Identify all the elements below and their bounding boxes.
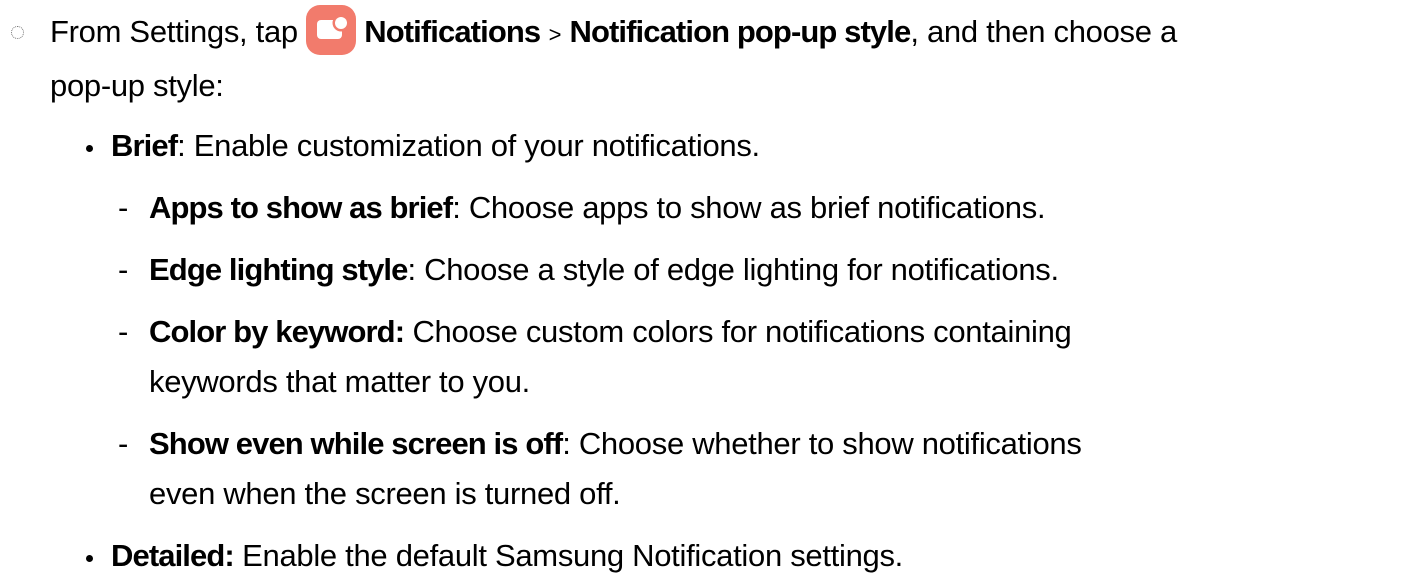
suboption-desc: : Choose whether to show notifications (562, 426, 1082, 461)
suboption-desc-continued: keywords that matter to you. (149, 364, 530, 399)
bullet-icon (86, 145, 93, 152)
step-continuation: pop-up style: (50, 68, 224, 103)
option-brief: Brief: Enable customization of your noti… (111, 126, 760, 166)
option-label: Detailed: (111, 538, 235, 573)
step-prefix: From Settings, tap (50, 14, 298, 49)
suboption-desc: Choose custom colors for notifications c… (404, 314, 1072, 349)
notification-dot-glyph (335, 17, 348, 30)
step-line-1: From Settings, tap Notifications > Notif… (50, 5, 1177, 56)
dash-marker: - (118, 252, 129, 287)
suboption-show-even-while-screen-is-off: Show even while screen is off: Choose wh… (149, 424, 1082, 464)
suboption-show-even-while-screen-is-off-continued: even when the screen is turned off. (149, 474, 621, 514)
suboption-desc: : Choose apps to show as brief notificat… (452, 190, 1046, 225)
suboption-color-by-keyword-continued: keywords that matter to you. (149, 362, 530, 402)
dash-marker: - (118, 314, 129, 349)
instruction-document: From Settings, tap Notifications > Notif… (0, 0, 1418, 573)
option-desc: Enable the default Samsung Notification … (233, 538, 903, 573)
suboption-label: Apps to show as brief (149, 190, 453, 225)
step-suffix: , and then choose a (910, 14, 1177, 49)
option-desc: : Enable customization of your notificat… (177, 128, 760, 163)
suboption-label: Show even while screen is off (149, 426, 563, 461)
suboption-desc-continued: even when the screen is turned off. (149, 476, 621, 511)
step-marker-icon (11, 26, 24, 39)
suboption-apps-to-show-as-brief: Apps to show as brief: Choose apps to sh… (149, 188, 1046, 228)
path-separator: > (548, 22, 562, 47)
step-line-2: pop-up style: (50, 66, 224, 106)
suboption-label: Edge lighting style (149, 252, 408, 287)
suboption-color-by-keyword: Color by keyword: Choose custom colors f… (149, 312, 1072, 352)
option-label: Brief (111, 128, 178, 163)
suboption-desc: : Choose a style of edge lighting for no… (407, 252, 1059, 287)
path-notification-popup-style: Notification pop-up style (569, 14, 911, 49)
suboption-label: Color by keyword: (149, 314, 405, 349)
option-detailed: Detailed: Enable the default Samsung Not… (111, 536, 903, 576)
notifications-app-icon (306, 5, 357, 56)
bullet-icon (86, 555, 93, 562)
dash-marker: - (118, 190, 129, 225)
path-notifications: Notifications (364, 14, 541, 49)
suboption-edge-lighting-style: Edge lighting style: Choose a style of e… (149, 250, 1059, 290)
dash-marker: - (118, 426, 129, 461)
